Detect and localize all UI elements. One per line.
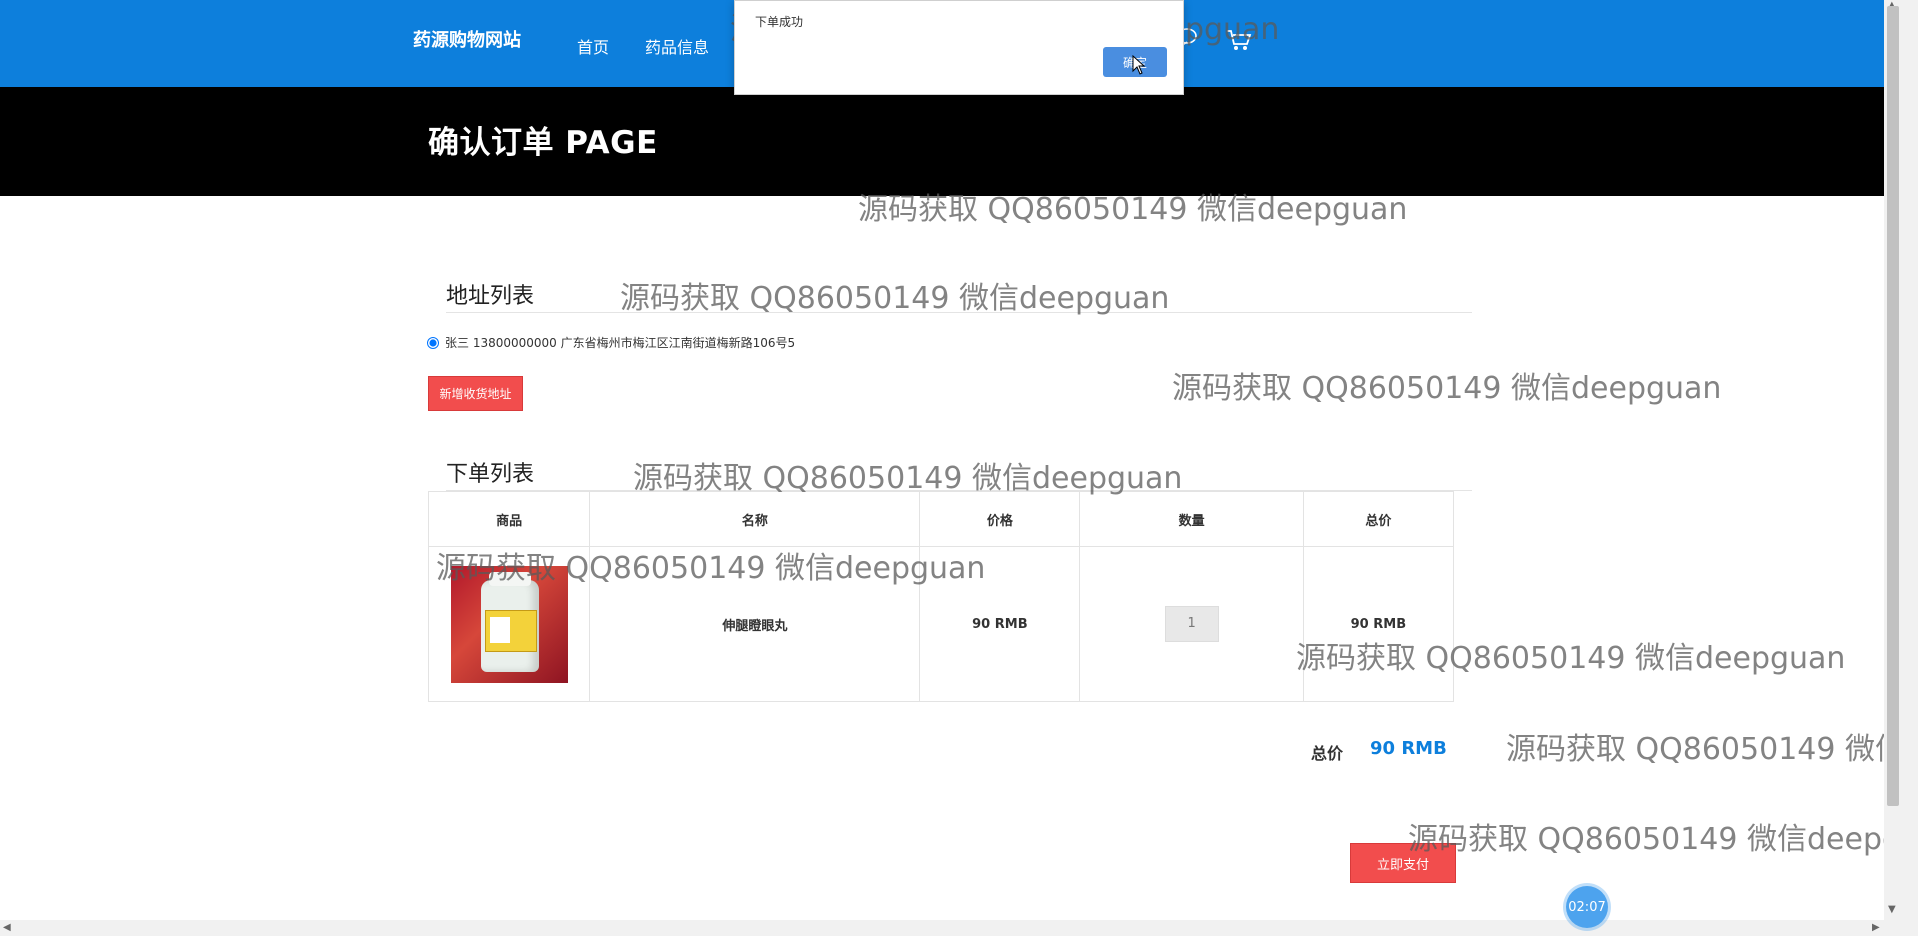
- pay-now-button[interactable]: 立即支付: [1350, 843, 1456, 883]
- nav-link-medicine-info[interactable]: 药品信息: [645, 34, 709, 58]
- quantity-cell: 1: [1079, 546, 1304, 702]
- order-table: 商品 名称 价格 数量 总价 伸腿瞪眼丸 90 RMB 1 90 RMB: [427, 491, 1455, 702]
- address-option[interactable]: 张三 13800000000 广东省梅州市梅江区江南街道梅新路106号5: [427, 334, 795, 351]
- product-image[interactable]: [450, 565, 568, 683]
- vertical-scrollbar[interactable]: ▲ ▼: [1884, 0, 1918, 936]
- watermark-text: 源码获取 QQ86050149 微信deepguan: [1506, 732, 1918, 767]
- add-address-button[interactable]: 新增收货地址: [428, 376, 523, 411]
- address-divider: [446, 312, 1472, 313]
- page-hero: 确认订单 PAGE: [0, 87, 1884, 196]
- table-row: 伸腿瞪眼丸 90 RMB 1 90 RMB: [427, 546, 1455, 702]
- page-title: 确认订单 PAGE: [428, 125, 658, 161]
- dialog-message: 下单成功: [755, 15, 804, 29]
- total-label: 总价: [1311, 744, 1344, 763]
- address-section-title: 地址列表: [446, 284, 535, 309]
- column-header-subtotal: 总价: [1302, 491, 1455, 547]
- watermark-text: 源码获取 QQ86050149 微信deepguan: [1172, 371, 1722, 406]
- address-text: 张三 13800000000 广东省梅州市梅江区江南街道梅新路106号5: [445, 336, 796, 350]
- table-header-row: 商品 名称 价格 数量 总价: [427, 491, 1455, 547]
- bottle-cap: [488, 571, 531, 586]
- bottle-label: [484, 609, 537, 652]
- product-image-cell: [427, 546, 591, 702]
- cart-icon[interactable]: [1226, 28, 1252, 58]
- watermark-text: 源码获取 QQ86050149 微信deepguan: [620, 281, 1170, 316]
- product-name: 伸腿瞪眼丸: [589, 546, 921, 702]
- column-header-name: 名称: [589, 491, 921, 547]
- scroll-right-icon[interactable]: ▶: [1872, 922, 1880, 933]
- timer-badge[interactable]: 02:07: [1566, 886, 1608, 928]
- address-radio[interactable]: [427, 336, 439, 349]
- alert-dialog: 下单成功 确定: [734, 0, 1184, 95]
- site-brand[interactable]: 药源购物网站: [413, 26, 521, 52]
- horizontal-scrollbar[interactable]: ◀ ▶: [0, 920, 1884, 936]
- order-section-title: 下单列表: [446, 462, 535, 487]
- mouse-cursor-icon: [1132, 55, 1146, 75]
- quantity-input[interactable]: 1: [1164, 606, 1219, 642]
- column-header-product: 商品: [427, 491, 591, 547]
- product-price: 90 RMB: [919, 546, 1081, 702]
- scroll-left-icon[interactable]: ◀: [3, 922, 11, 933]
- product-subtotal: 90 RMB: [1302, 546, 1455, 702]
- watermark-text: 源码获取 QQ86050149 微信deepguan: [1408, 822, 1918, 857]
- scroll-down-icon[interactable]: ▼: [1888, 904, 1896, 915]
- column-header-quantity: 数量: [1079, 491, 1304, 547]
- vertical-scroll-thumb[interactable]: [1887, 6, 1899, 806]
- nav-link-home[interactable]: 首页: [577, 34, 609, 58]
- total-value: 90 RMB: [1370, 738, 1447, 759]
- column-header-price: 价格: [919, 491, 1081, 547]
